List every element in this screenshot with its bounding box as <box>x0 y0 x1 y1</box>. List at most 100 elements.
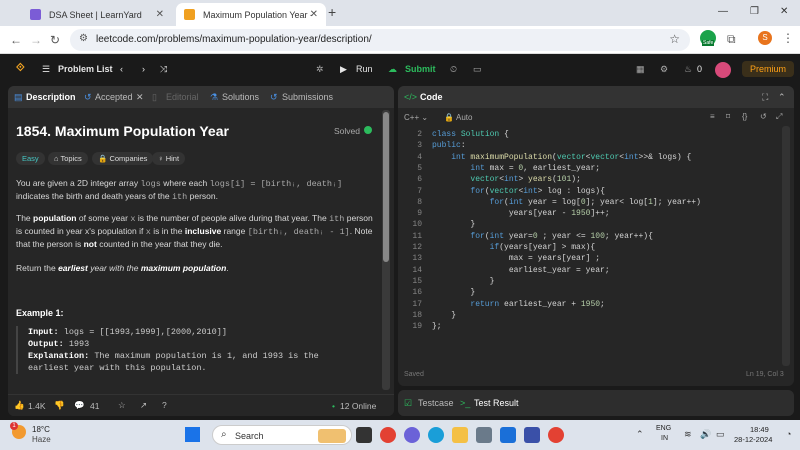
site-info-icon[interactable]: ⚙ <box>79 33 88 44</box>
submit-icon[interactable]: ☁ <box>388 64 397 75</box>
browser-tab-leetcode[interactable]: Maximum Population Year - Lee ✕ <box>176 3 326 26</box>
companies-button[interactable]: 🔒 Companies <box>92 152 154 165</box>
battery-icon[interactable]: ▭ <box>716 429 725 440</box>
settings-gear-icon[interactable]: ⚙ <box>660 64 668 75</box>
forward-icon[interactable]: → <box>30 33 42 47</box>
code-line[interactable]: for(vector<int> log : logs){ <box>432 187 604 196</box>
submit-button[interactable]: Submit <box>405 64 436 74</box>
debug-icon[interactable]: ✲ <box>316 64 324 75</box>
code-line[interactable]: int maximumPopulation(vector<vector<int>… <box>432 153 691 162</box>
dislike-icon[interactable]: 👎 <box>54 400 65 411</box>
close-accepted-tab-icon[interactable]: ✕ <box>136 92 144 103</box>
notifications-icon[interactable]: ◔ <box>786 429 791 439</box>
code-line[interactable]: }; <box>432 322 442 331</box>
problem-list-link[interactable]: Problem List <box>58 64 113 74</box>
code-line[interactable]: return earliest_year + 1950; <box>432 300 604 309</box>
collapse-panel-icon[interactable]: ⌃ <box>778 92 786 103</box>
code-scrollbar[interactable] <box>782 126 790 366</box>
user-avatar[interactable] <box>715 62 731 78</box>
tab-code[interactable]: Code <box>420 92 443 102</box>
new-tab-button[interactable]: + <box>328 4 336 20</box>
code-line[interactable]: int max = 0, earliest_year; <box>432 164 600 173</box>
bookmark-star-icon[interactable]: ☆ <box>669 32 680 46</box>
close-window-button[interactable]: ✕ <box>780 6 788 17</box>
profile-avatar[interactable]: S <box>758 31 772 45</box>
close-tab-icon[interactable]: ✕ <box>310 9 318 20</box>
code-line[interactable]: } <box>432 311 456 320</box>
minimize-button[interactable]: — <box>718 6 728 17</box>
wifi-icon[interactable]: ≋ <box>684 429 692 440</box>
taskbar-search[interactable]: ⌕ Search <box>212 425 352 445</box>
maximize-button[interactable]: ❐ <box>750 6 759 17</box>
extensions-icon[interactable]: ⧉ <box>727 32 736 47</box>
maximize-panel-icon[interactable]: ⛶ <box>762 92 768 103</box>
bookmark-icon[interactable]: ⌑ <box>726 112 730 121</box>
code-line[interactable]: public: <box>432 141 466 150</box>
prev-problem-icon[interactable]: ‹ <box>120 64 123 74</box>
scrollbar-thumb[interactable] <box>383 112 389 262</box>
share-icon[interactable]: ↗ <box>140 400 147 411</box>
tab-submissions[interactable]: Submissions <box>282 92 333 102</box>
browser-tab-learnyard[interactable]: DSA Sheet | LearnYard ✕ <box>22 3 172 26</box>
chrome-active-icon[interactable] <box>548 427 564 443</box>
timer-icon[interactable]: ⏲ <box>450 64 457 75</box>
next-problem-icon[interactable]: › <box>142 64 145 74</box>
code-line[interactable]: } <box>432 220 475 229</box>
comment-icon[interactable]: 💬 <box>74 400 85 411</box>
chrome-taskbar-icon[interactable] <box>380 427 396 443</box>
code-line[interactable]: for(int year = log[0]; year< log[1]; yea… <box>432 198 701 207</box>
volume-icon[interactable]: 🔊 <box>700 429 711 440</box>
leetcode-logo-icon[interactable]: ⟐ <box>16 62 25 75</box>
address-bar[interactable]: ⚙ leetcode.com/problems/maximum-populati… <box>70 29 690 51</box>
run-icon[interactable]: ▶ <box>340 64 347 75</box>
run-button[interactable]: Run <box>356 64 373 74</box>
code-line[interactable]: } <box>432 277 495 286</box>
tab-accepted[interactable]: Accepted <box>95 92 133 102</box>
fullscreen-icon[interactable]: ⤢ <box>776 112 782 122</box>
store-icon[interactable] <box>476 427 492 443</box>
tray-chevron-icon[interactable]: ⌃ <box>636 429 644 440</box>
tab-testcase[interactable]: Testcase <box>418 398 454 408</box>
notes-icon[interactable]: ▭ <box>473 64 482 75</box>
reset-icon[interactable]: ↺ <box>760 112 767 121</box>
tab-test-result[interactable]: Test Result <box>474 398 519 408</box>
code-line[interactable]: vector<int> years(101); <box>432 175 580 184</box>
code-line[interactable]: class Solution { <box>432 130 509 139</box>
code-editor[interactable]: 2 class Solution {3 public: 4 int maximumPo… <box>398 126 794 376</box>
copilot-taskbar-icon[interactable] <box>404 427 420 443</box>
language-selector[interactable]: C++ ⌄ <box>404 113 428 122</box>
braces-icon[interactable]: {} <box>742 112 747 121</box>
tab-editorial[interactable]: Editorial <box>166 92 199 102</box>
layout-icon[interactable]: ▦ <box>636 64 645 75</box>
file-explorer-icon[interactable] <box>452 427 468 443</box>
auto-mode[interactable]: Auto <box>456 113 472 122</box>
shuffle-icon[interactable]: ⤨ <box>160 64 167 75</box>
problem-title[interactable]: 1854. Maximum Population Year <box>16 123 229 139</box>
windows-start-icon[interactable] <box>185 427 200 442</box>
star-icon[interactable]: ☆ <box>118 400 126 411</box>
code-line[interactable]: max = years[year] ; <box>432 254 600 263</box>
clock-time[interactable]: 18:49 <box>750 425 769 434</box>
app-icon[interactable] <box>524 427 540 443</box>
mail-icon[interactable] <box>500 427 516 443</box>
code-line[interactable]: for(int year=0 ; year <= 100; year++){ <box>432 232 652 241</box>
format-icon[interactable]: ≡ <box>710 112 715 121</box>
code-line[interactable]: earliest_year = year; <box>432 266 610 275</box>
topics-button[interactable]: ⌂ Topics <box>48 152 88 165</box>
tab-solutions[interactable]: Solutions <box>222 92 259 102</box>
chrome-menu-icon[interactable]: ⋮ <box>782 31 794 45</box>
description-scrollbar[interactable] <box>382 110 390 390</box>
hint-button[interactable]: ♀ Hint <box>152 152 186 165</box>
tab-description[interactable]: Description <box>26 92 76 102</box>
input-lang[interactable]: ENG <box>656 425 671 432</box>
premium-button[interactable]: Premium <box>742 61 795 77</box>
reload-icon[interactable]: ↻ <box>50 33 60 47</box>
help-icon[interactable]: ? <box>162 400 167 410</box>
task-view-icon[interactable] <box>356 427 372 443</box>
back-icon[interactable]: ← <box>10 33 22 47</box>
close-tab-icon[interactable]: ✕ <box>156 9 164 20</box>
code-line[interactable]: } <box>432 288 475 297</box>
edge-taskbar-icon[interactable] <box>428 427 444 443</box>
code-line[interactable]: if(years[year] > max){ <box>432 243 596 252</box>
code-line[interactable]: years[year - 1950]++; <box>432 209 610 218</box>
